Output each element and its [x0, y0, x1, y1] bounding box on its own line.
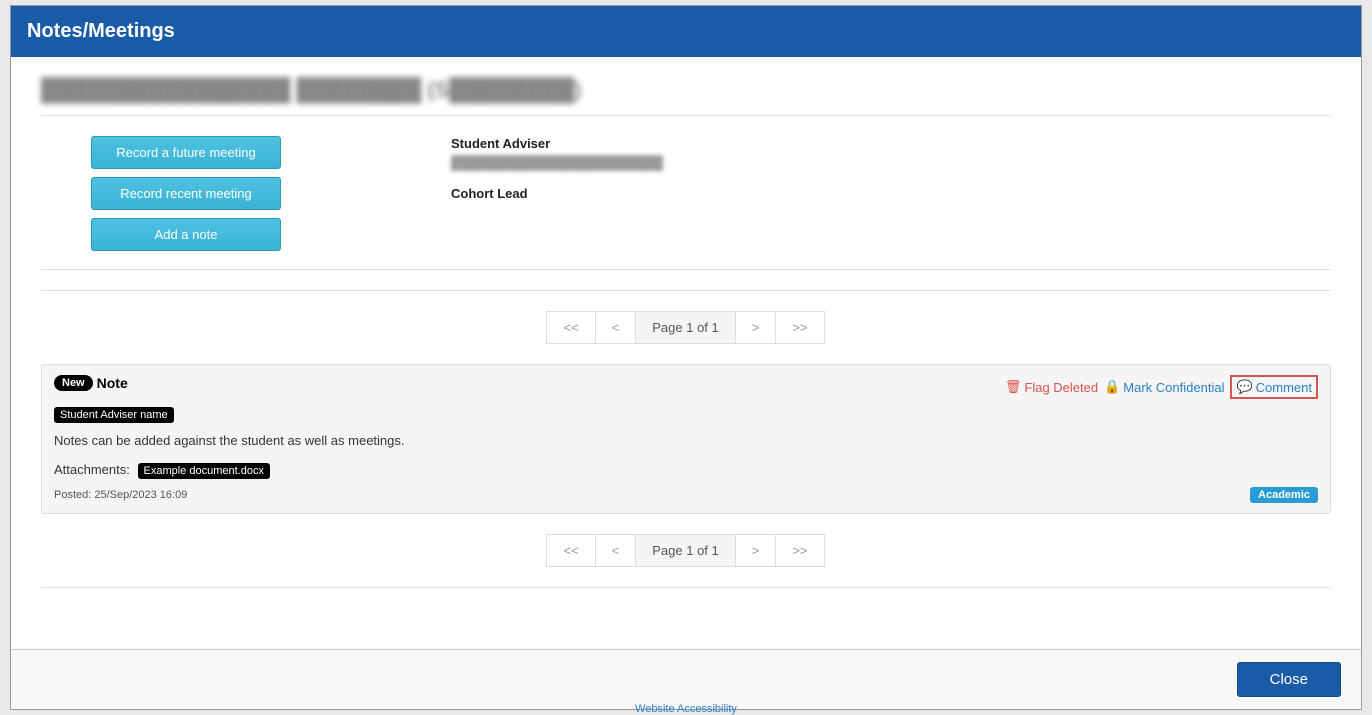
close-button[interactable]: Close	[1237, 662, 1341, 697]
posted-timestamp: Posted: 25/Sep/2023 16:09	[54, 489, 187, 501]
page-last-button[interactable]: >>	[775, 311, 824, 344]
divider	[41, 587, 1331, 588]
bg-accessibility-link: Website Accessibility	[0, 701, 1372, 715]
page-indicator: Page 1 of 1	[635, 534, 736, 567]
action-buttons-col: Record a future meeting Record recent me…	[41, 136, 451, 259]
mark-confidential-label: Mark Confidential	[1123, 380, 1224, 395]
note-title-wrap: New Note	[54, 375, 128, 391]
divider	[41, 269, 1331, 270]
page-last-button[interactable]: >>	[775, 534, 824, 567]
top-row: Record a future meeting Record recent me…	[41, 136, 1331, 259]
note-footer: Posted: 25/Sep/2023 16:09 Academic	[54, 487, 1318, 503]
note-header: New Note 🗑 Flag Deleted 🔒 Mark Confident…	[54, 375, 1318, 399]
page-prev-button[interactable]: <	[595, 534, 637, 567]
page-first-button[interactable]: <<	[546, 534, 595, 567]
note-author-badge: Student Adviser name	[54, 407, 174, 423]
lock-icon: 🔒	[1104, 379, 1120, 395]
cohort-lead-label: Cohort Lead	[451, 186, 1331, 201]
comment-link[interactable]: 💬 Comment	[1236, 379, 1312, 395]
page-prev-button[interactable]: <	[595, 311, 637, 344]
comment-highlight-box: 💬 Comment	[1230, 375, 1318, 399]
divider	[41, 115, 1331, 116]
record-future-meeting-button[interactable]: Record a future meeting	[91, 136, 281, 169]
attachment-file[interactable]: Example document.docx	[138, 463, 270, 479]
page-next-button[interactable]: >	[735, 534, 777, 567]
divider	[41, 290, 1331, 291]
flag-deleted-link[interactable]: 🗑 Flag Deleted	[1005, 379, 1098, 395]
add-note-button[interactable]: Add a note	[91, 218, 281, 251]
attachments-row: Attachments: Example document.docx	[54, 462, 1318, 477]
trash-icon: 🗑	[1005, 379, 1022, 395]
adviser-label: Student Adviser	[451, 136, 1331, 151]
page-indicator: Page 1 of 1	[635, 311, 736, 344]
notes-meetings-modal: Notes/Meetings ████████████████ ████████…	[10, 5, 1362, 710]
adviser-value: ███████████████████████	[451, 155, 1331, 170]
comment-label: Comment	[1256, 380, 1312, 395]
category-badge: Academic	[1250, 487, 1318, 503]
modal-body: ████████████████ ████████ (S████████) Re…	[11, 57, 1361, 649]
flag-deleted-label: Flag Deleted	[1024, 380, 1098, 395]
pagination-top: << < Page 1 of 1 > >>	[41, 311, 1331, 344]
note-card: New Note 🗑 Flag Deleted 🔒 Mark Confident…	[41, 364, 1331, 514]
new-badge: New	[54, 375, 93, 391]
comment-icon: 💬	[1236, 379, 1252, 395]
note-body-text: Notes can be added against the student a…	[54, 433, 1318, 448]
modal-title: Notes/Meetings	[11, 6, 1361, 57]
note-title: Note	[97, 375, 128, 391]
record-recent-meeting-button[interactable]: Record recent meeting	[91, 177, 281, 210]
note-actions: 🗑 Flag Deleted 🔒 Mark Confidential 💬 Com…	[1005, 375, 1318, 399]
pagination-bottom: << < Page 1 of 1 > >>	[41, 534, 1331, 567]
modal-footer: Close	[11, 649, 1361, 709]
mark-confidential-link[interactable]: 🔒 Mark Confidential	[1104, 379, 1224, 395]
page-first-button[interactable]: <<	[546, 311, 595, 344]
page-next-button[interactable]: >	[735, 311, 777, 344]
attachments-label: Attachments:	[54, 462, 130, 477]
info-col: Student Adviser ███████████████████████ …	[451, 136, 1331, 259]
student-name-heading: ████████████████ ████████ (S████████)	[41, 77, 1331, 103]
